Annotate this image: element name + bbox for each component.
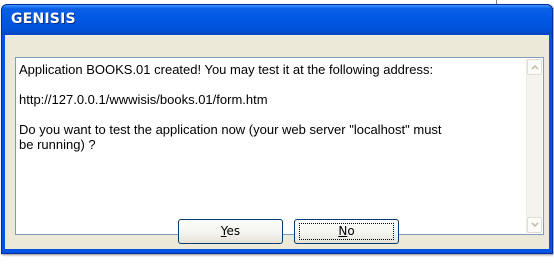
scroll-down-button[interactable] <box>527 217 542 233</box>
dialog-titlebar[interactable]: GENISIS <box>2 5 552 35</box>
yes-label-rest: es <box>226 224 241 238</box>
message-line-question: Do you want to test the application now … <box>19 122 442 137</box>
message-line-created: Application BOOKS.01 created! You may te… <box>19 62 434 77</box>
message-line-url: http://127.0.0.1/wwwisis/books.01/form.h… <box>19 92 268 107</box>
message-memo[interactable]: Application BOOKS.01 created! You may te… <box>15 57 544 235</box>
yes-button[interactable]: Yes <box>178 219 283 244</box>
no-label-rest: o <box>347 224 355 238</box>
yes-button-label: Yes <box>221 224 240 238</box>
dialog-title: GENISIS <box>11 11 76 27</box>
no-mnemonic: N <box>338 224 348 238</box>
memo-vertical-scrollbar[interactable] <box>526 59 542 233</box>
message-line-question-cont: be running) ? <box>19 137 96 152</box>
genisis-dialog: GENISIS Application BOOKS.01 created! Yo… <box>1 4 553 254</box>
no-button[interactable]: No <box>294 219 399 244</box>
scroll-up-arrow-icon <box>531 64 539 70</box>
scroll-down-arrow-icon <box>531 222 539 228</box>
screen: GENISIS Application BOOKS.01 created! Yo… <box>0 0 554 264</box>
scroll-up-button[interactable] <box>527 59 542 75</box>
no-button-label: No <box>338 224 354 238</box>
dialog-client-area: Application BOOKS.01 created! You may te… <box>5 35 549 249</box>
message-text: Application BOOKS.01 created! You may te… <box>19 62 519 152</box>
